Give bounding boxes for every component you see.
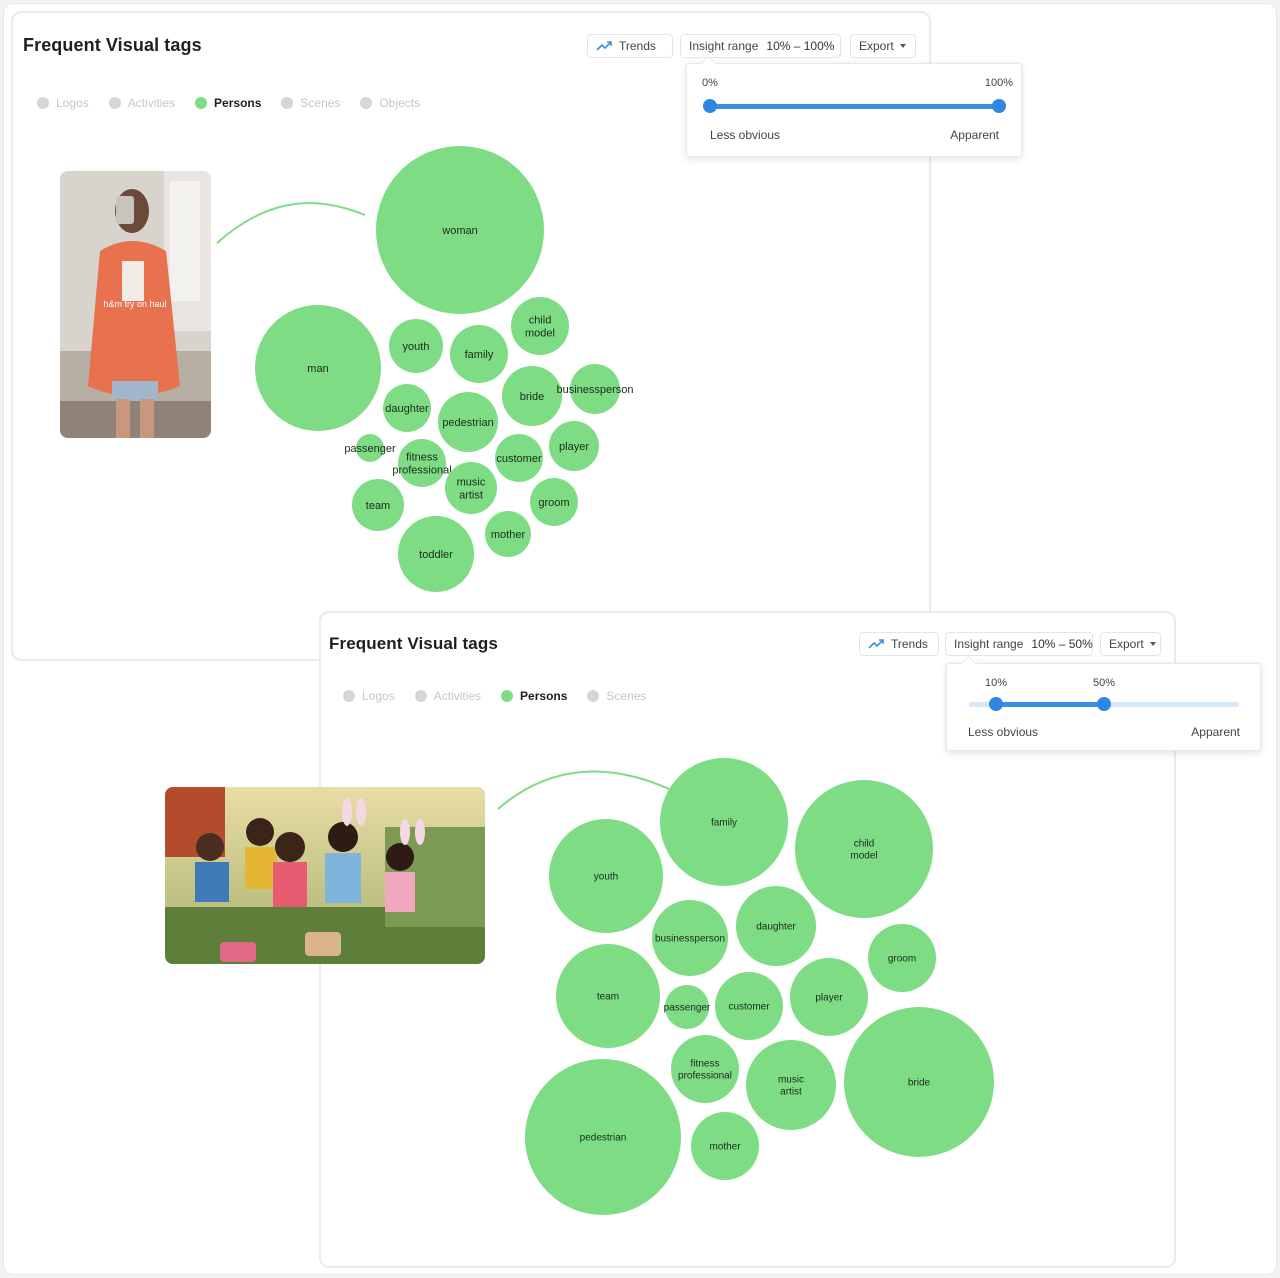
- range-max-label: 100%: [984, 77, 1013, 89]
- bubble-label: professional: [678, 1071, 732, 1082]
- bubble-label: family: [711, 818, 737, 829]
- range-min-handle[interactable]: [989, 697, 1003, 711]
- tag-bubble-pedestrian[interactable]: pedestrian: [525, 1059, 681, 1215]
- bubble-label: youth: [403, 341, 430, 353]
- tag-bubble-pedestrian[interactable]: pedestrian: [438, 392, 498, 452]
- bubble-label: man: [307, 363, 328, 375]
- tag-bubble-businessperson[interactable]: businessperson: [556, 364, 634, 414]
- bubble-label: businessperson: [655, 934, 725, 945]
- bubble-label: model: [525, 327, 555, 339]
- bubble-label: mother: [491, 529, 526, 541]
- bubble-label: fitness: [406, 451, 438, 463]
- apparent-caption: Apparent: [950, 128, 999, 142]
- bubble-label: groom: [538, 497, 569, 509]
- tag-bubble-team[interactable]: team: [352, 479, 404, 531]
- bubble-label: pedestrian: [442, 417, 493, 429]
- bubble-label: bride: [520, 391, 544, 403]
- bubble-label: daughter: [756, 922, 796, 933]
- bubble-label: pedestrian: [580, 1133, 627, 1144]
- bubble-label: team: [366, 500, 390, 512]
- tag-bubble-groom[interactable]: groom: [868, 924, 936, 992]
- connector-line: [216, 202, 366, 244]
- bubble-label: team: [597, 992, 619, 1003]
- bubble-label: customer: [728, 1002, 770, 1013]
- tag-bubble-customer[interactable]: customer: [495, 434, 543, 482]
- bubble-label: player: [815, 993, 843, 1004]
- less-obvious-caption: Less obvious: [710, 128, 781, 142]
- bubble-label: groom: [888, 954, 916, 965]
- bubble-label: daughter: [385, 403, 429, 415]
- thumbnail-image: [165, 787, 485, 964]
- bubble-label: passenger: [664, 1003, 711, 1014]
- bubble-label: woman: [441, 225, 477, 237]
- range-min-handle[interactable]: [703, 99, 717, 113]
- tag-bubble-mother[interactable]: mother: [691, 1112, 759, 1180]
- bubble-label: passenger: [344, 443, 396, 455]
- tag-bubble-music-artist[interactable]: musicartist: [445, 462, 497, 514]
- bubble-label: child: [529, 314, 552, 326]
- bubble-label: mother: [709, 1142, 741, 1153]
- range-min-label: 10%: [985, 677, 1008, 689]
- bubble-label: music: [457, 476, 486, 488]
- tag-bubble-child-model[interactable]: childmodel: [511, 297, 569, 355]
- apparent-caption: Apparent: [1191, 725, 1240, 739]
- bubble-label: toddler: [419, 549, 453, 561]
- bubble-label: professional: [392, 464, 451, 476]
- tag-bubble-youth[interactable]: youth: [549, 819, 663, 933]
- range-max-handle[interactable]: [1097, 697, 1111, 711]
- tag-bubble-child-model[interactable]: childmodel: [795, 780, 933, 918]
- tag-bubble-passenger[interactable]: passenger: [344, 434, 396, 462]
- bubble-label: music: [778, 1075, 804, 1086]
- tag-bubble-customer[interactable]: customer: [715, 972, 783, 1040]
- tag-bubble-fitness-professional[interactable]: fitnessprofessional: [392, 439, 452, 487]
- tag-bubble-youth[interactable]: youth: [389, 319, 443, 373]
- range-min-label: 0%: [702, 77, 718, 89]
- bubble-label: businessperson: [556, 384, 633, 396]
- bubble-label: artist: [780, 1087, 802, 1098]
- bubble-label: bride: [908, 1078, 931, 1089]
- bubble-label: fitness: [691, 1059, 720, 1070]
- bubble-label: customer: [496, 453, 542, 465]
- connector-line: [497, 770, 670, 810]
- tag-bubble-daughter[interactable]: daughter: [736, 886, 816, 966]
- tag-bubble-family[interactable]: family: [660, 758, 788, 886]
- tag-bubble-passenger[interactable]: passenger: [664, 985, 711, 1029]
- video-thumbnail[interactable]: [165, 787, 485, 964]
- insight-range-popover: 0% 100% Less obvious Apparent: [686, 63, 1022, 157]
- tag-bubble-businessperson[interactable]: businessperson: [652, 900, 728, 976]
- tag-bubble-woman[interactable]: woman: [376, 146, 544, 314]
- less-obvious-caption: Less obvious: [968, 725, 1039, 739]
- tag-bubble-toddler[interactable]: toddler: [398, 516, 474, 592]
- range-max-label: 50%: [1093, 677, 1116, 689]
- tag-bubble-fitness-professional[interactable]: fitnessprofessional: [671, 1035, 739, 1103]
- tag-bubble-player[interactable]: player: [790, 958, 868, 1036]
- bubble-label: family: [465, 349, 494, 361]
- range-max-handle[interactable]: [992, 99, 1006, 113]
- tag-bubble-music-artist[interactable]: musicartist: [746, 1040, 836, 1130]
- tag-bubble-team[interactable]: team: [556, 944, 660, 1048]
- bubble-label: model: [850, 851, 877, 862]
- tag-bubble-bride[interactable]: bride: [844, 1007, 994, 1157]
- insight-range-popover: 10% 50% Less obvious Apparent: [946, 663, 1261, 751]
- tag-bubble-man[interactable]: man: [255, 305, 381, 431]
- tag-bubble-daughter[interactable]: daughter: [383, 384, 431, 432]
- tag-bubble-mother[interactable]: mother: [485, 511, 531, 557]
- bubble-label: player: [559, 441, 589, 453]
- tag-bubble-bride[interactable]: bride: [502, 366, 562, 426]
- tag-bubble-player[interactable]: player: [549, 421, 599, 471]
- tag-bubble-family[interactable]: family: [450, 325, 508, 383]
- bubble-label: child: [854, 839, 875, 850]
- bubble-label: youth: [594, 872, 618, 883]
- tag-bubble-groom[interactable]: groom: [530, 478, 578, 526]
- range-fill: [710, 104, 999, 109]
- bubble-label: artist: [459, 489, 483, 501]
- range-fill: [996, 702, 1104, 707]
